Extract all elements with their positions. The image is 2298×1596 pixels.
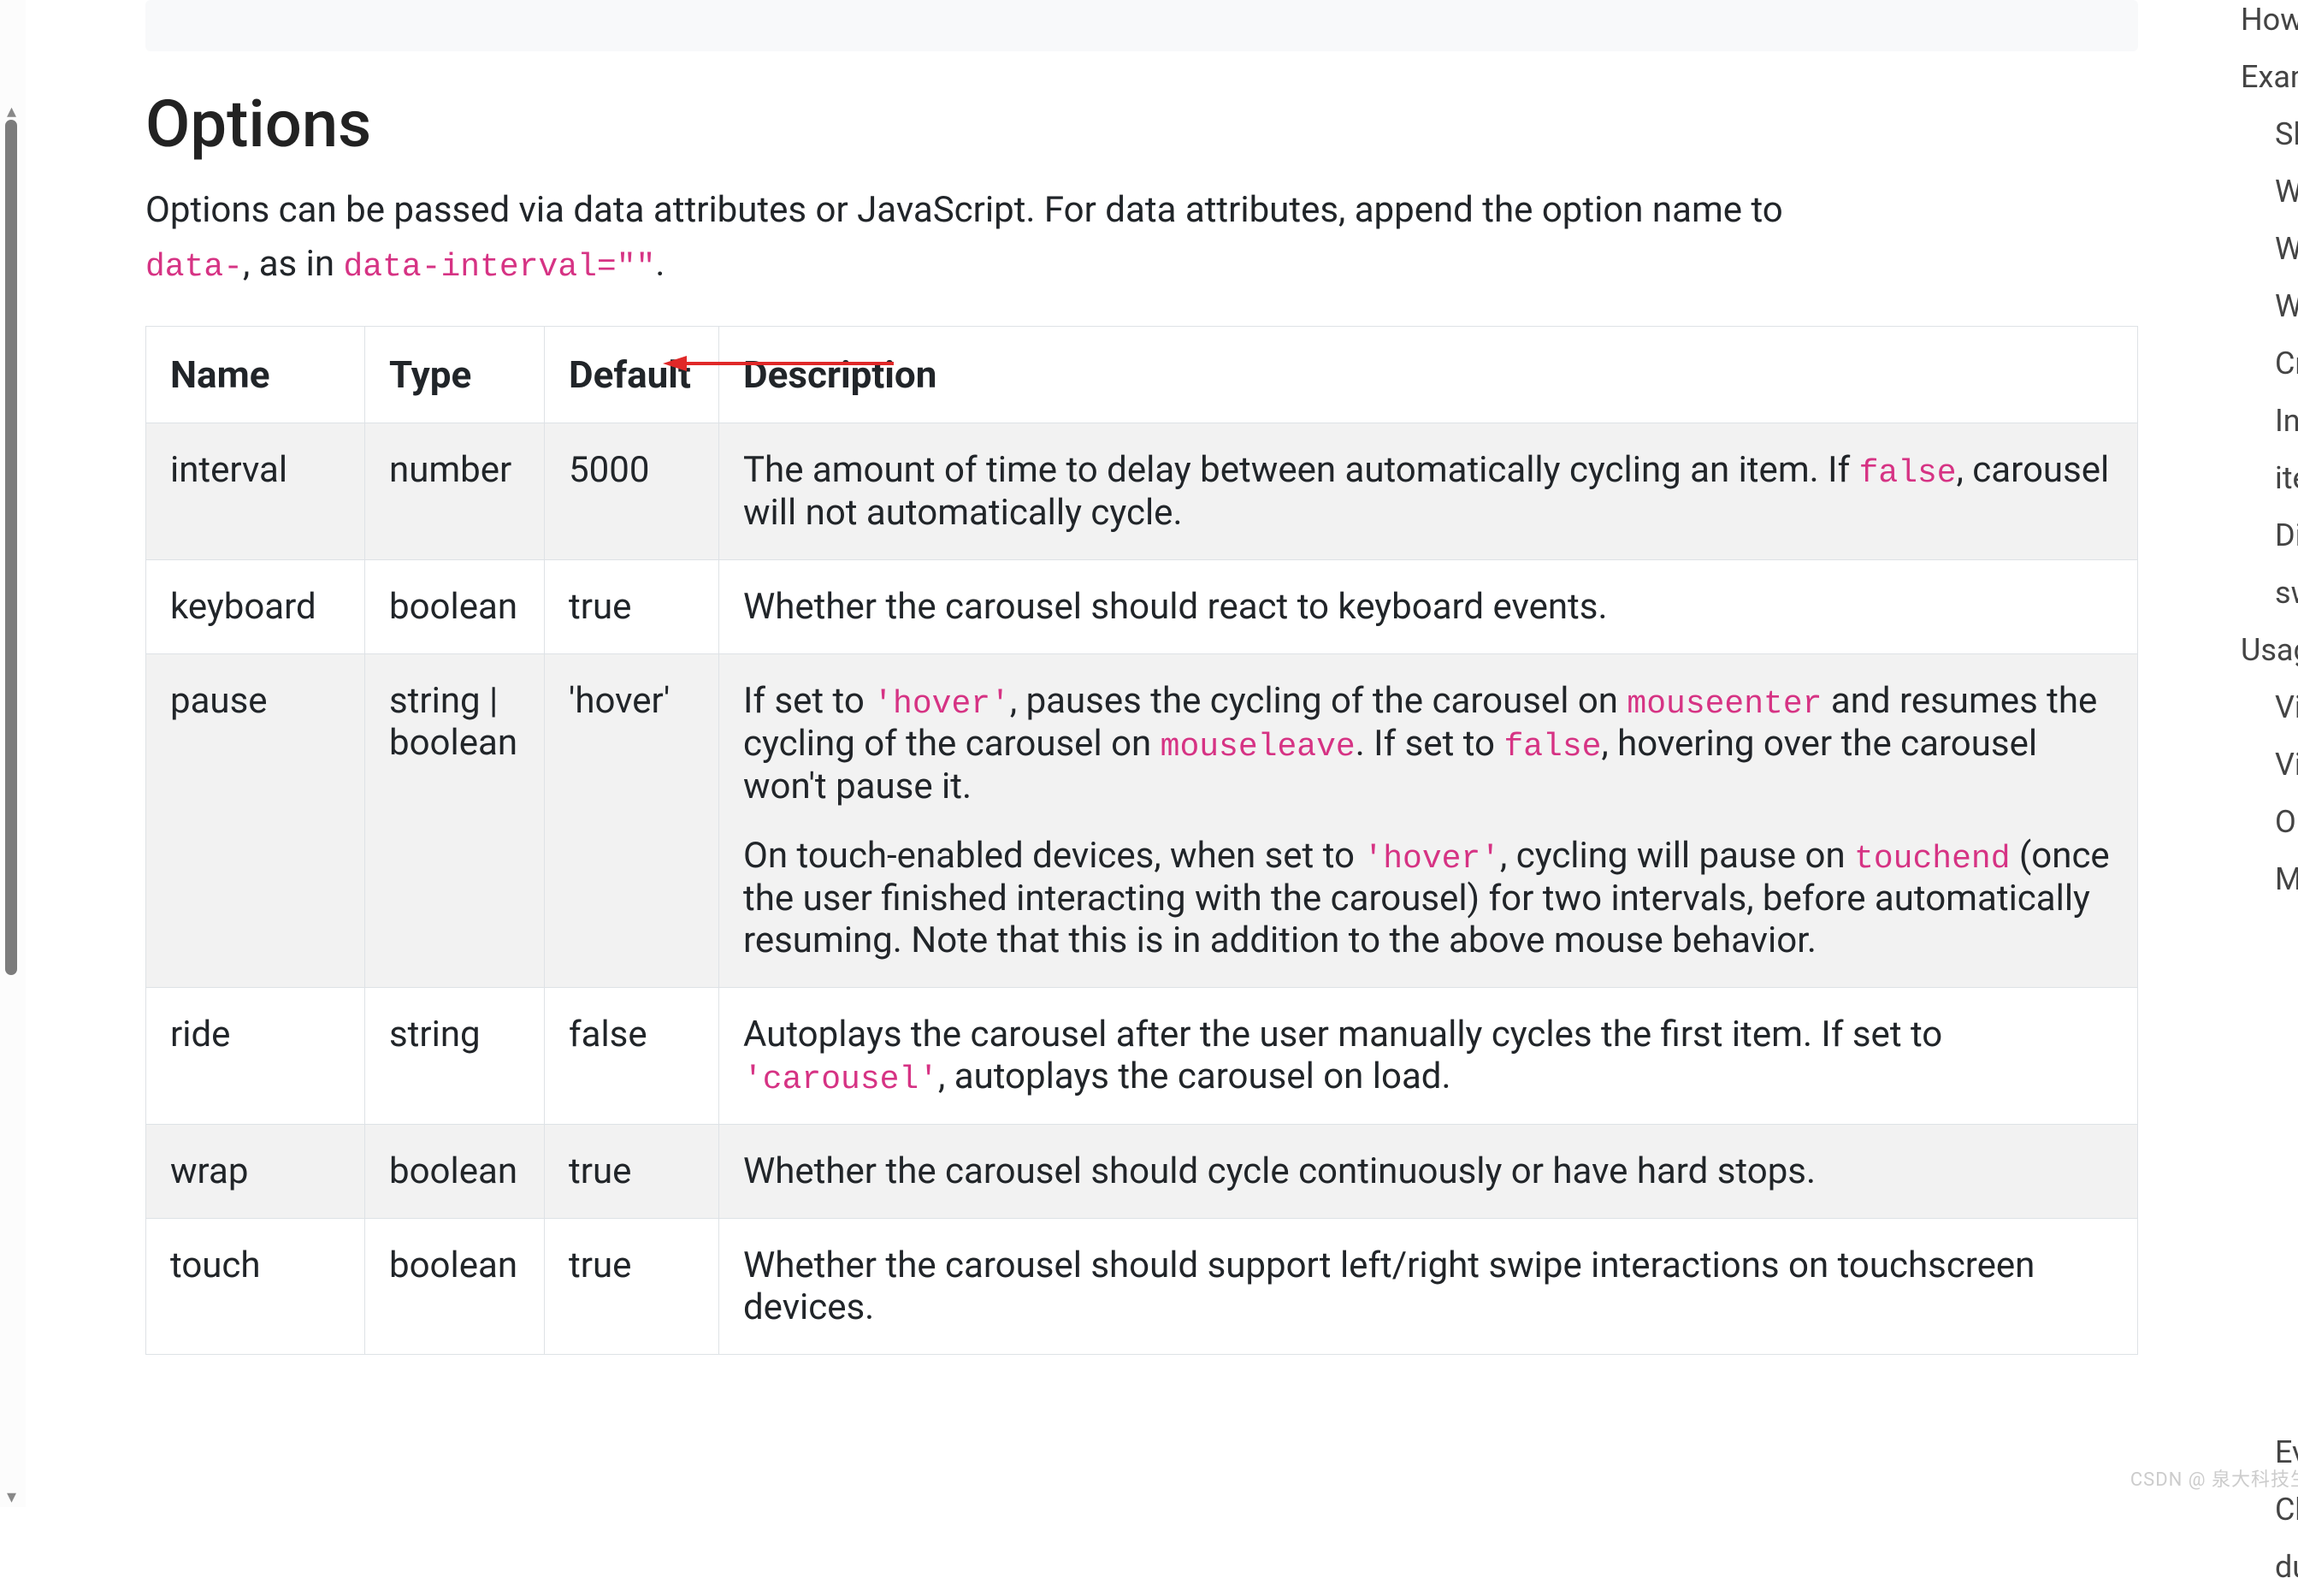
option-default: 5000 [545,423,719,560]
toc-item[interactable]: .c [2241,908,2298,966]
option-type: boolean [365,1219,545,1355]
toc-item[interactable]: .c [2241,966,2298,1023]
option-type: boolean [365,1125,545,1219]
inline-code: 'hover' [873,686,1010,723]
toc-item[interactable]: .c [2241,1138,2298,1195]
option-type: number [365,423,545,560]
toc-item[interactable]: Witl [2241,221,2298,278]
inline-code: false [1503,729,1601,765]
inline-code: touchend [1854,841,2010,878]
table-row: wrapbooleantrue Whether the carousel shou… [146,1125,2138,1219]
table-row: ridestringfalse Autoplays the carousel af… [146,988,2138,1125]
scrollbar-track[interactable]: ▴ ▾ [0,0,26,1507]
intro-text: , as in [243,243,343,285]
toc-item[interactable]: How it [2241,0,2298,49]
table-row: touchbooleantrue Whether the carousel sho… [146,1219,2138,1355]
option-name: ride [146,988,365,1125]
desc-text: Whether the carousel should support left… [743,1244,2035,1328]
option-name: pause [146,654,365,988]
inline-code: 'carousel' [743,1061,938,1098]
options-intro: Options can be passed via data attribute… [145,183,1805,292]
desc-text: Whether the carousel should react to key… [743,586,1608,628]
scroll-up-icon[interactable]: ▴ [7,103,16,121]
toc-item[interactable]: swip [2241,565,2298,622]
toc-item[interactable]: Examp [2241,49,2298,106]
option-description: Whether the carousel should support left… [719,1219,2138,1355]
table-row: keyboardbooleantrue Whether the carousel … [146,560,2138,654]
table-row: pausestring | boolean'hover'If set to 'h… [146,654,2138,988]
option-default: true [545,1219,719,1355]
inline-code: false [1859,455,1957,492]
option-default: 'hover' [545,654,719,988]
page-toc-sidebar: How itExampSlidWitlWitlWitlCrosIndiitemD… [2241,0,2298,1596]
column-header-name: Name [146,327,365,423]
toc-item[interactable]: dur [2241,1539,2298,1596]
option-description: Whether the carousel should react to key… [719,560,2138,654]
option-default: true [545,1125,719,1219]
toc-item[interactable]: Met [2241,851,2298,908]
option-name: interval [146,423,365,560]
column-header-default: Default [545,327,719,423]
toc-item[interactable]: Witl [2241,163,2298,221]
inline-code: mouseleave [1161,729,1356,765]
column-header-description: Description [719,327,2138,423]
toc-item[interactable]: Witl [2241,278,2298,335]
toc-item[interactable]: Slid [2241,106,2298,163]
toc-item[interactable]: .c [2241,1367,2298,1424]
toc-item[interactable]: .c [2241,1195,2298,1252]
toc-item[interactable]: .c [2241,1080,2298,1138]
options-heading: Options [145,86,2138,163]
toc-item[interactable]: .c [2241,1252,2298,1309]
table-header-row: Name Type Default Description [146,327,2138,423]
scroll-down-icon[interactable]: ▾ [7,1488,16,1507]
toc-item[interactable]: Cros [2241,335,2298,393]
desc-text: On touch-enabled devices, when set to [743,835,1363,877]
toc-item[interactable]: Usage [2241,622,2298,679]
inline-code-data-interval: data-interval="" [343,249,655,286]
inline-code: 'hover' [1363,841,1500,878]
desc-text: . If set to [1356,723,1504,765]
toc-item[interactable]: Via [2241,679,2298,736]
option-name: keyboard [146,560,365,654]
desc-text: , cycling will pause on [1500,835,1854,877]
desc-text: If set to [743,680,873,722]
column-header-type: Type [365,327,545,423]
toc-item[interactable]: item [2241,450,2298,507]
toc-item[interactable]: .c [2241,1023,2298,1080]
desc-text: Autoplays the carousel after the user ma… [743,1014,1942,1055]
desc-text: The amount of time to delay between auto… [743,449,1859,491]
option-type: boolean [365,560,545,654]
intro-text: . [655,243,665,285]
options-table: Name Type Default Description intervalnu… [145,326,2138,1355]
option-description: The amount of time to delay between auto… [719,423,2138,560]
intro-text: Options can be passed via data attribute… [145,189,1783,231]
watermark-text: CSDN @ 泉大科技生 [2130,1464,2298,1492]
toc-item[interactable]: Disa [2241,507,2298,565]
option-type: string | boolean [365,654,545,988]
toc-item[interactable]: Via [2241,736,2298,794]
option-description: Autoplays the carousel after the user ma… [719,988,2138,1125]
toc-item[interactable]: n [2241,1309,2298,1367]
top-placeholder-box [145,0,2138,51]
desc-text: Whether the carousel should cycle contin… [743,1150,1816,1192]
option-name: touch [146,1219,365,1355]
option-type: string [365,988,545,1125]
option-description: If set to 'hover', pauses the cycling of… [719,654,2138,988]
inline-code: mouseenter [1627,686,1822,723]
toc-item[interactable]: Indi [2241,393,2298,450]
option-default: true [545,560,719,654]
scrollbar-thumb[interactable] [5,120,17,975]
desc-text: , autoplays the carousel on load. [938,1055,1451,1097]
option-name: wrap [146,1125,365,1219]
desc-text: , pauses the cycling of the carousel on [1010,680,1628,722]
option-description: Whether the carousel should cycle contin… [719,1125,2138,1219]
table-row: intervalnumber5000 The amount of time to … [146,423,2138,560]
option-default: false [545,988,719,1125]
toc-item[interactable]: Opt [2241,794,2298,851]
inline-code-data: data- [145,249,243,286]
